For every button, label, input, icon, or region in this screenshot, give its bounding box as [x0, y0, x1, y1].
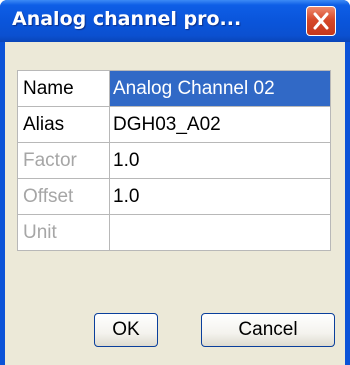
cancel-button[interactable]: Cancel [201, 313, 335, 347]
table-row: Name Analog Channel 02 [17, 70, 331, 107]
property-key-offset: Offset [17, 178, 110, 215]
close-button[interactable] [306, 6, 336, 36]
property-value-factor[interactable]: 1.0 [109, 142, 331, 179]
dialog-window: Analog channel pro... Name Analog Channe… [0, 0, 350, 365]
title-bar[interactable]: Analog channel pro... [0, 0, 350, 42]
ok-button[interactable]: OK [94, 313, 158, 347]
window-title: Analog channel pro... [12, 8, 242, 30]
property-key-name[interactable]: Name [17, 70, 110, 107]
table-row: Unit [17, 214, 331, 251]
property-key-factor: Factor [17, 142, 110, 179]
property-value-alias[interactable]: DGH03_A02 [109, 106, 331, 143]
property-value-name[interactable]: Analog Channel 02 [109, 70, 331, 107]
property-key-unit: Unit [17, 214, 110, 251]
property-key-alias[interactable]: Alias [17, 106, 110, 143]
table-row: Alias DGH03_A02 [17, 106, 331, 143]
table-row: Offset 1.0 [17, 178, 331, 215]
table-row: Factor 1.0 [17, 142, 331, 179]
close-icon [313, 12, 329, 30]
property-value-unit[interactable] [109, 214, 331, 251]
property-table: Name Analog Channel 02 Alias DGH03_A02 F… [17, 70, 331, 251]
property-value-offset[interactable]: 1.0 [109, 178, 331, 215]
dialog-content: Name Analog Channel 02 Alias DGH03_A02 F… [5, 42, 345, 365]
